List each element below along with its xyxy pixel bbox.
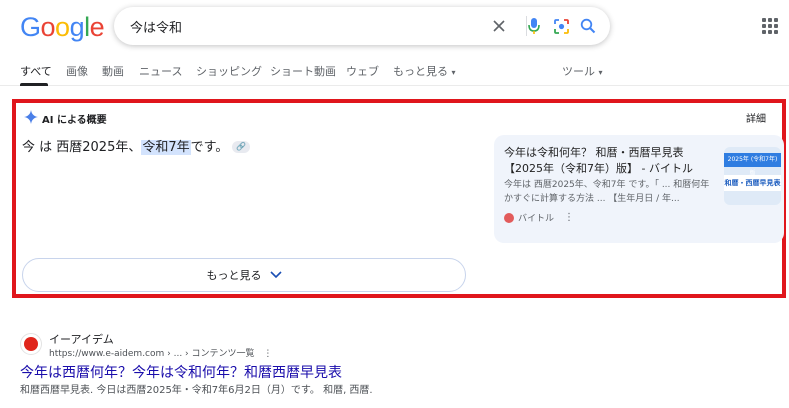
search-box[interactable]: 今は令和 bbox=[114, 7, 610, 45]
tab-short-videos[interactable]: ショート動画 bbox=[270, 63, 336, 79]
active-tab-indicator bbox=[20, 83, 48, 86]
search-input[interactable]: 今は令和 bbox=[130, 17, 182, 36]
tab-more[interactable]: もっと見る ▾ bbox=[393, 63, 456, 79]
site-favicon-icon bbox=[504, 212, 514, 223]
tab-images[interactable]: 画像 bbox=[66, 63, 88, 79]
ai-overview-panel: AI による概要 詳細 今 は 西暦2025年、令和7年です。 🔗 今年は令和何年… bbox=[12, 99, 786, 298]
source-site: バイトル ⋮ bbox=[504, 211, 574, 224]
result-snippet: 和暦西暦早見表. 今日は西暦2025年・令和7年6月2日（月）です。 和暦, 西… bbox=[20, 385, 373, 396]
tab-shopping[interactable]: ショッピング bbox=[196, 63, 262, 79]
chevron-down-icon bbox=[269, 269, 282, 282]
answer-highlight: 令和7年 bbox=[141, 140, 191, 155]
ai-overview-header: AI による概要 bbox=[24, 109, 107, 128]
more-options-icon[interactable]: ⋮ bbox=[564, 212, 574, 223]
ai-overview-title: AI による概要 bbox=[42, 115, 107, 126]
result-site-name[interactable]: イーアイデム bbox=[49, 331, 114, 347]
source-thumbnail[interactable]: 2025年 (令和7年) 版 和暦・西暦早見表 bbox=[724, 147, 781, 205]
source-title[interactable]: 今年は令和何年？ 和暦・西暦早見表【2025年（令和7年）版】 - バイトル bbox=[504, 145, 718, 177]
tab-news[interactable]: ニュース bbox=[139, 63, 182, 79]
caret-down-icon: ▾ bbox=[598, 68, 603, 77]
result-title-link[interactable]: 今年は西暦何年？今年は令和何年？和暦西暦早見表 bbox=[20, 362, 342, 382]
show-more-button[interactable]: もっと見る bbox=[22, 258, 466, 292]
thumbnail-caption-top: 2025年 (令和7年) 版 bbox=[724, 153, 781, 177]
logo-letter: o bbox=[40, 12, 56, 42]
link-icon[interactable]: 🔗 bbox=[232, 140, 251, 153]
caret-down-icon: ▾ bbox=[451, 68, 456, 77]
logo-letter: e bbox=[89, 12, 105, 42]
source-snippet: 今年は 西暦2025年、令和7年 です。「 ... 和暦何年かすぐに計算する方法… bbox=[504, 180, 710, 204]
tools-label: ツール bbox=[562, 65, 595, 78]
sparkle-icon bbox=[24, 109, 38, 128]
more-options-icon[interactable]: ⋮ bbox=[263, 349, 272, 359]
tab-web[interactable]: ウェブ bbox=[346, 63, 379, 79]
search-icon[interactable] bbox=[578, 16, 598, 36]
logo-letter: o bbox=[55, 12, 70, 42]
search-tabs: すべて 画像 動画 ニュース ショッピング ショート動画 ウェブ もっと見る ▾… bbox=[0, 56, 789, 86]
ai-detail-button[interactable]: 詳細 bbox=[746, 110, 766, 125]
thumbnail-caption-bottom: 和暦・西暦早見表 bbox=[724, 175, 781, 191]
result-url[interactable]: https://www.e-aidem.com › ... › コンテンツ一覧 … bbox=[49, 346, 272, 359]
header: Google 今は令和 bbox=[0, 0, 789, 56]
logo-letter: G bbox=[20, 12, 41, 42]
tab-videos[interactable]: 動画 bbox=[102, 63, 124, 79]
ai-answer-text: 今 は 西暦2025年、令和7年です。 🔗 bbox=[22, 136, 251, 155]
logo-letter: g bbox=[69, 12, 85, 42]
answer-suffix: です。 bbox=[190, 140, 229, 155]
tab-all[interactable]: すべて bbox=[20, 63, 52, 79]
source-card[interactable]: 今年は令和何年？ 和暦・西暦早見表【2025年（令和7年）版】 - バイトル 今… bbox=[494, 135, 784, 243]
google-logo[interactable]: Google bbox=[20, 12, 105, 43]
microphone-icon[interactable] bbox=[524, 16, 544, 36]
answer-prefix: 今 は 西暦2025年、 bbox=[22, 140, 142, 155]
show-more-label: もっと見る bbox=[206, 269, 262, 282]
tools-button[interactable]: ツール ▾ bbox=[562, 63, 603, 79]
apps-grid-icon[interactable] bbox=[762, 18, 778, 34]
lens-icon[interactable] bbox=[551, 16, 571, 36]
site-favicon-icon[interactable] bbox=[20, 333, 42, 355]
result-url-text: https://www.e-aidem.com › ... › コンテンツ一覧 bbox=[49, 349, 255, 359]
tab-more-label: もっと見る bbox=[393, 65, 448, 78]
clear-icon[interactable] bbox=[489, 16, 509, 36]
source-site-name: バイトル bbox=[518, 214, 555, 224]
